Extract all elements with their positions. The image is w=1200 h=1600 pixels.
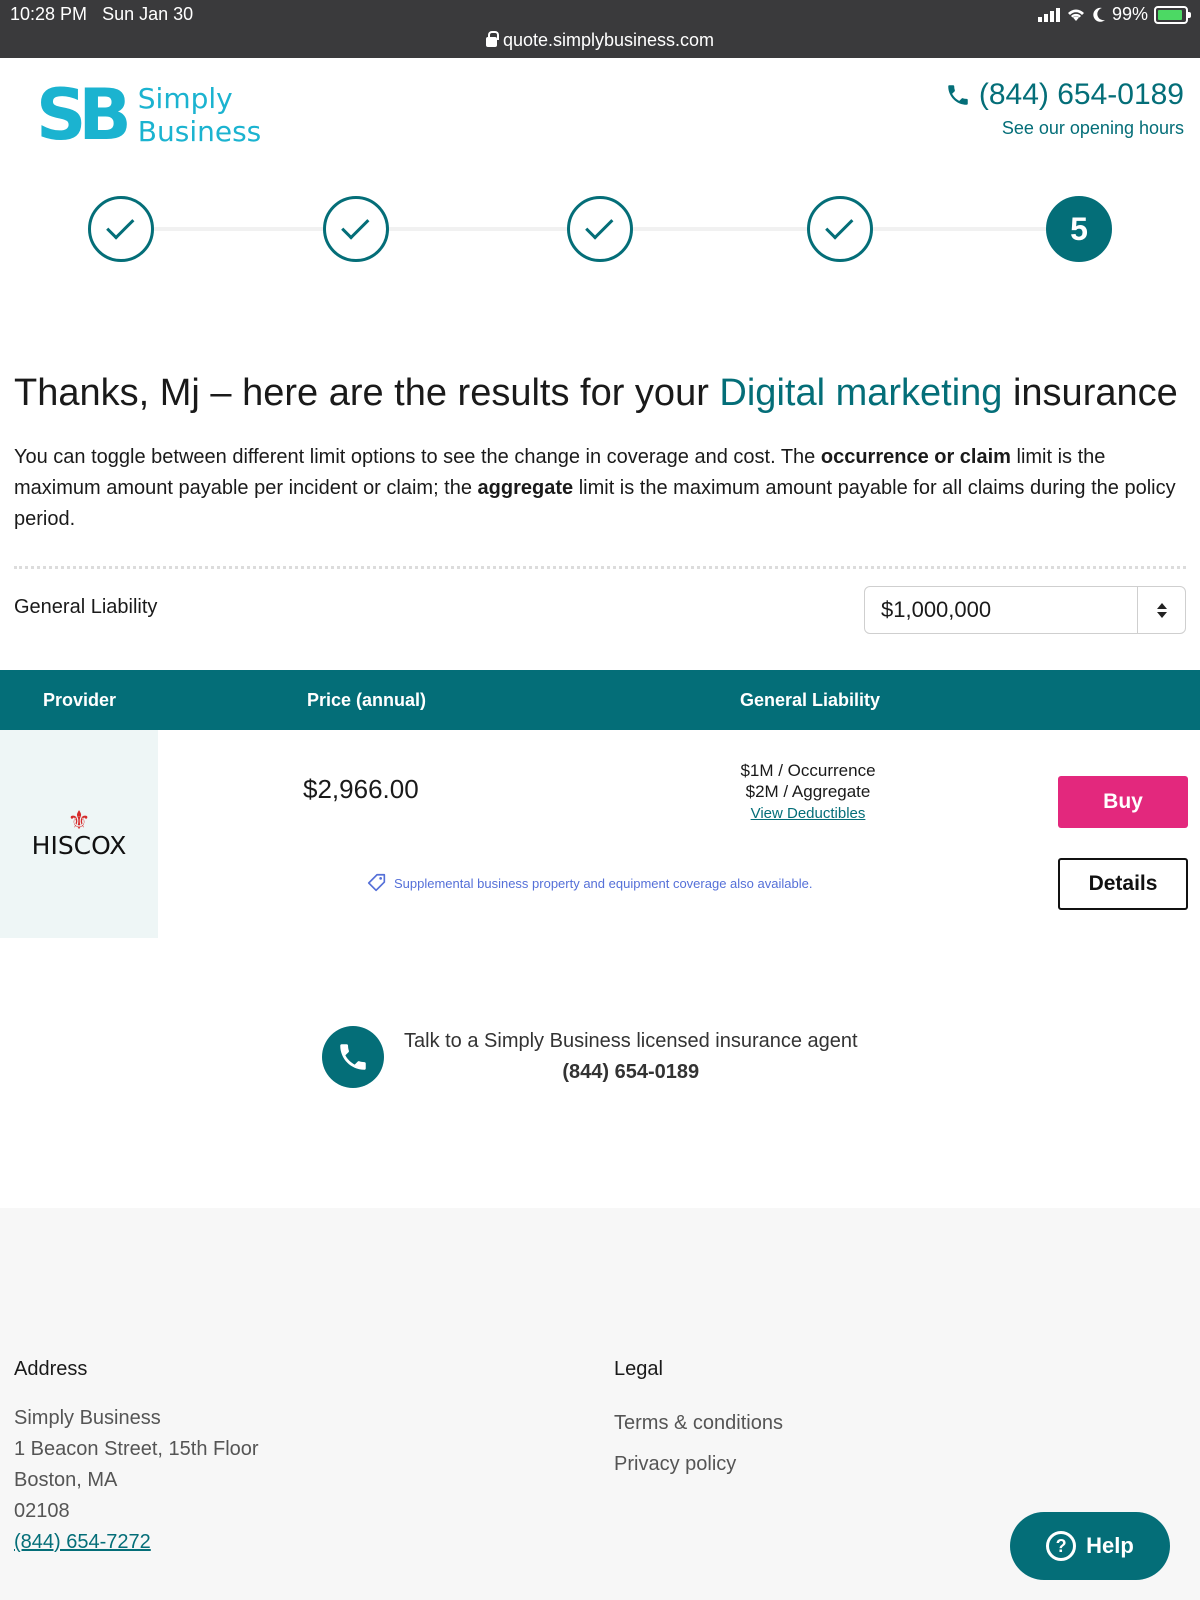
buy-button[interactable]: Buy xyxy=(1058,776,1188,828)
agent-contact: Talk to a Simply Business licensed insur… xyxy=(322,1026,858,1088)
phone-icon[interactable] xyxy=(322,1026,384,1088)
help-label: Help xyxy=(1086,1533,1134,1558)
status-indicators: 99% xyxy=(1037,4,1191,25)
signal-icon xyxy=(1037,7,1060,22)
address-line: 02108 xyxy=(14,1500,70,1522)
help-button[interactable]: ? Help xyxy=(1010,1512,1170,1580)
phone-icon xyxy=(948,85,968,105)
header-phone-link[interactable]: (844) 654-0189 xyxy=(945,78,1184,112)
status-bar: 10:28 PM Sun Jan 30 99% quote.simplybusi… xyxy=(0,0,1200,58)
limit-selected-value: $1,000,000 xyxy=(881,597,992,622)
wifi-icon xyxy=(1067,9,1084,21)
step-2-complete xyxy=(323,196,389,262)
header-liability: General Liability xyxy=(740,690,881,710)
address-heading: Address xyxy=(14,1358,88,1380)
details-button[interactable]: Details xyxy=(1058,858,1188,910)
header-phone-number: (844) 654-0189 xyxy=(978,78,1184,111)
step-4-complete xyxy=(807,196,873,262)
check-icon xyxy=(825,211,854,240)
step-1-complete xyxy=(88,196,154,262)
help-icon: ? xyxy=(1046,1531,1077,1561)
title-prefix: Thanks, Mj – here are the results for yo… xyxy=(14,372,720,414)
header-contact: (844) 654-0189 See our opening hours xyxy=(945,78,1184,139)
clock: 10:28 PM xyxy=(10,4,88,24)
footer-phone-link[interactable]: (844) 654-7272 xyxy=(14,1531,151,1553)
step-5-current: 5 xyxy=(1046,196,1112,262)
supplemental-note-text: Supplemental business property and equip… xyxy=(394,875,813,891)
logo-mark: SB xyxy=(36,74,132,156)
tag-icon xyxy=(367,873,386,892)
legal-heading: Legal xyxy=(614,1358,663,1380)
agent-phone-number[interactable]: (844) 654-0189 xyxy=(404,1057,858,1088)
privacy-link[interactable]: Privacy policy xyxy=(614,1444,783,1485)
supplemental-coverage-note: Supplemental business property and equip… xyxy=(366,872,812,894)
logo-wordmark: Simply Business xyxy=(138,82,261,148)
select-arrows-icon xyxy=(1137,587,1185,633)
intro-part: You can toggle between different limit o… xyxy=(14,446,821,468)
opening-hours-link[interactable]: See our opening hours xyxy=(1002,118,1184,139)
provider-name: HISCOX xyxy=(31,830,127,860)
dotted-divider xyxy=(14,566,1186,569)
occurrence-limit: $1M / Occurrence xyxy=(740,761,876,780)
intro-text: You can toggle between different limit o… xyxy=(14,442,1186,535)
address-bar[interactable]: quote.simplybusiness.com xyxy=(0,30,1200,51)
check-icon xyxy=(341,211,370,240)
date: Sun Jan 30 xyxy=(102,4,194,24)
battery-icon xyxy=(1154,5,1191,24)
view-deductibles-link[interactable]: View Deductibles xyxy=(751,805,866,822)
moon-icon xyxy=(1093,7,1105,22)
coverage-limits: $1M / Occurrence $2M / Aggregate View De… xyxy=(708,760,908,824)
agent-message: Talk to a Simply Business licensed insur… xyxy=(404,1030,858,1052)
address-line: 1 Beacon Street, 15th Floor xyxy=(14,1438,259,1460)
annual-price: $2,966.00 xyxy=(303,774,419,804)
title-business-type: Digital marketing xyxy=(719,372,1003,414)
check-icon xyxy=(585,211,614,240)
terms-link[interactable]: Terms & conditions xyxy=(614,1403,783,1444)
intro-bold: aggregate xyxy=(477,477,574,499)
logo-line-1: Simply xyxy=(137,82,233,115)
footer-address: Address Simply Business 1 Beacon Street,… xyxy=(14,1358,259,1558)
limit-label: General Liability xyxy=(14,596,158,618)
title-suffix: insurance xyxy=(1002,372,1178,414)
general-liability-limit-select[interactable]: $1,000,000 xyxy=(864,586,1186,634)
header-provider: Provider xyxy=(43,690,117,710)
header-price: Price (annual) xyxy=(307,690,427,710)
step-3-complete xyxy=(567,196,633,262)
results-table-header: Provider Price (annual) General Liabilit… xyxy=(0,670,1200,730)
url-text: quote.simplybusiness.com xyxy=(502,30,715,50)
intro-bold: occurrence or claim xyxy=(820,446,1011,468)
address-line: Simply Business xyxy=(14,1407,161,1429)
provider-logo-cell: ⚜ HISCOX xyxy=(0,730,158,938)
table-row: ⚜ HISCOX $2,966.00 $1M / Occurrence $2M … xyxy=(0,730,1200,938)
address-line: Boston, MA xyxy=(14,1469,118,1491)
hiscox-fleur-icon: ⚜ xyxy=(67,804,91,835)
check-icon xyxy=(106,211,135,240)
logo-line-2: Business xyxy=(137,115,262,148)
footer-legal: Legal Terms & conditions Privacy policy xyxy=(614,1358,783,1485)
progress-stepper: 5 xyxy=(88,196,1112,262)
battery-percent: 99% xyxy=(1111,4,1148,24)
simply-business-logo[interactable]: SB Simply Business xyxy=(36,80,261,150)
page-title: Thanks, Mj – here are the results for yo… xyxy=(14,372,1178,415)
lock-icon xyxy=(485,31,499,47)
agent-text-block: Talk to a Simply Business licensed insur… xyxy=(404,1026,858,1088)
aggregate-limit: $2M / Aggregate xyxy=(745,782,871,801)
status-time: 10:28 PM Sun Jan 30 xyxy=(10,4,193,25)
